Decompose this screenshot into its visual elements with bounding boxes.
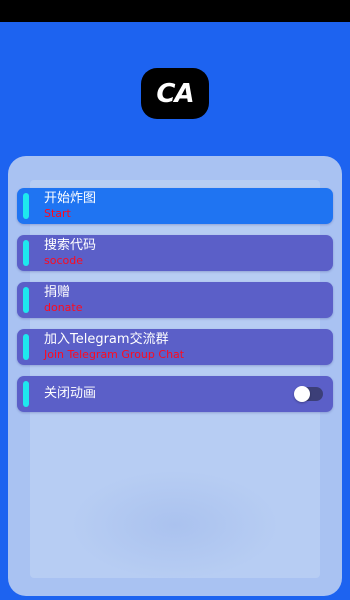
menu-item-donate[interactable]: 捐赠 donate [17,282,333,318]
accent-bar [23,193,29,219]
menu-item-sublabel: donate [44,301,83,314]
menu-item-label: 开始炸图 [44,191,97,206]
menu-item-start[interactable]: 开始炸图 Start [17,188,333,224]
status-bar [0,0,350,22]
app-logo-icon: CA [141,68,209,119]
accent-bar [23,287,29,313]
menu-item-disable-animation[interactable]: 关闭动画 [17,376,333,412]
menu-item-telegram[interactable]: 加入Telegram交流群 Join Telegram Group Chat [17,329,333,365]
toggle-knob [294,386,310,402]
menu-item-label: 加入Telegram交流群 [44,332,169,347]
accent-bar [23,240,29,266]
menu-item-label: 关闭动画 [44,386,97,401]
menu-item-label: 捐赠 [44,285,71,300]
accent-bar [23,334,29,360]
accent-bar [23,381,29,407]
menu-item-sublabel: Start [44,207,71,220]
menu-item-label: 搜索代码 [44,238,97,253]
background-watermark [70,470,280,580]
animation-toggle-switch[interactable] [294,386,323,402]
menu-item-sublabel: Join Telegram Group Chat [44,348,185,361]
menu-item-socode[interactable]: 搜索代码 socode [17,235,333,271]
menu-item-sublabel: socode [44,254,83,267]
logo-text: CA [156,78,194,109]
